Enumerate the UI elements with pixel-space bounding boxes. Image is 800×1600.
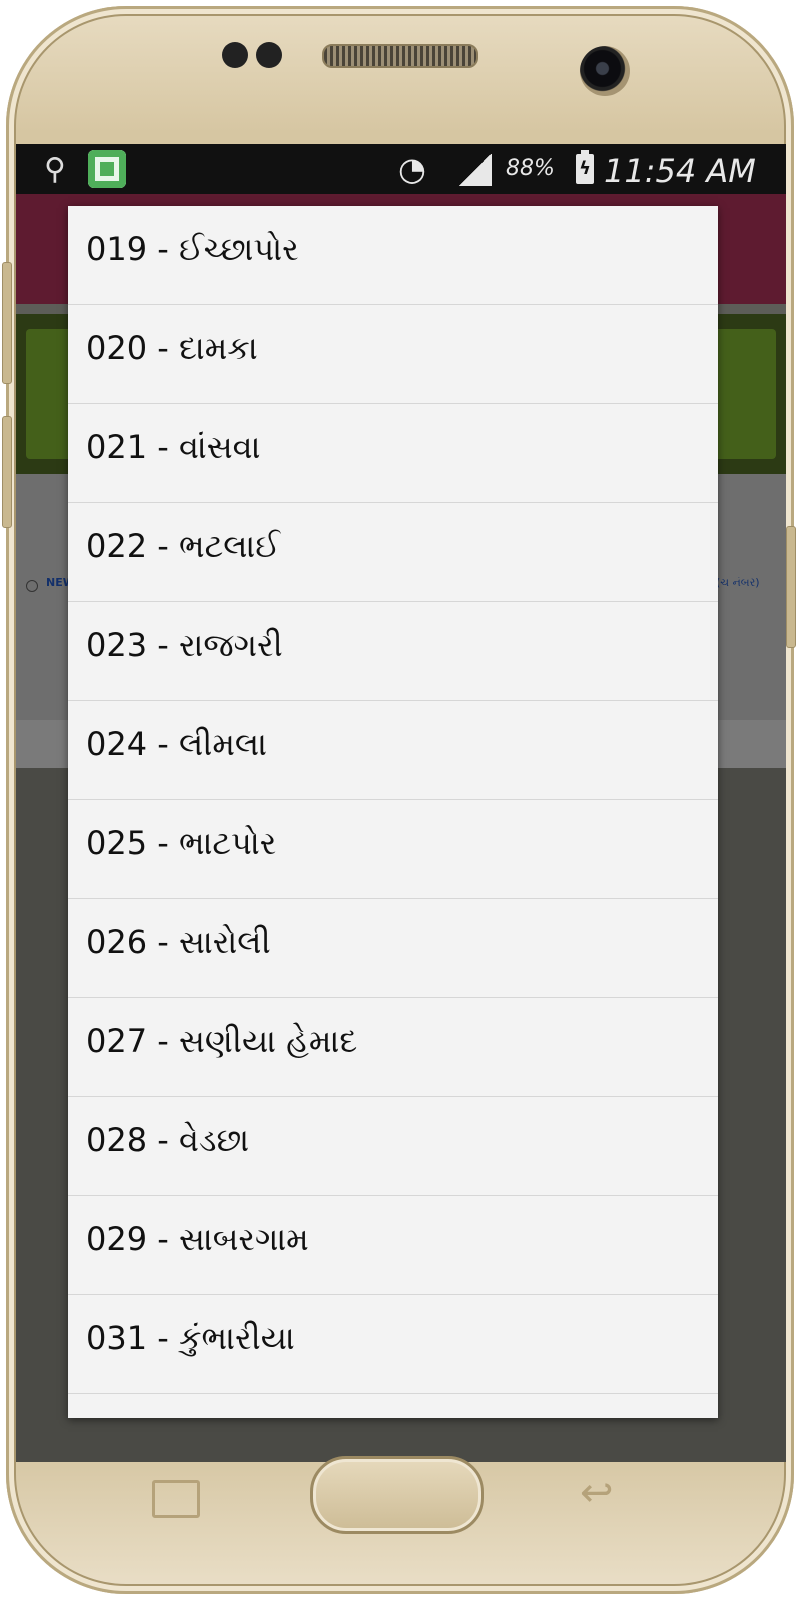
list-item[interactable]: 021 - વાંસવા (68, 404, 718, 503)
list-item[interactable]: 023 - રાજગરી (68, 602, 718, 701)
home-button[interactable] (310, 1456, 484, 1534)
list-item-label: 024 - લીમલા (86, 725, 267, 763)
list-item-label: 027 - સણીયા હેમાદ (86, 1022, 358, 1060)
sensor-dot-right (256, 42, 282, 68)
list-item-label: 026 - સારોલી (86, 923, 271, 961)
list-item[interactable]: 029 - સાબરગામ (68, 1196, 718, 1295)
app-notification-icon (88, 150, 126, 188)
radio-button[interactable] (26, 580, 38, 592)
usb-icon: ⚲ (44, 152, 66, 187)
list-item-label: 023 - રાજગરી (86, 626, 283, 664)
battery-charging-icon: ϟ (576, 150, 594, 184)
battery-percent: 88% (506, 156, 555, 181)
recents-button[interactable] (152, 1480, 200, 1518)
status-bar: ⚲ ◔ 88% ϟ 11:54 AM (16, 144, 786, 194)
earpiece-speaker (322, 44, 478, 68)
list-item[interactable]: 022 - ભટલાઈ (68, 503, 718, 602)
wifi-icon: ◔ (398, 150, 426, 188)
list-item-label: 019 - ઈચ્છાપોર (86, 230, 299, 268)
list-item[interactable]: 028 - વેડછા (68, 1097, 718, 1196)
village-select-dialog: 019 - ઈચ્છાપોર 020 - દામકા 021 - વાંસવા … (68, 206, 718, 1418)
volume-button (2, 262, 12, 384)
list-item-label: 022 - ભટલાઈ (86, 527, 280, 565)
list-item[interactable]: 019 - ઈચ્છાપોર (68, 206, 718, 305)
list-item[interactable]: 024 - લીમલા (68, 701, 718, 800)
list-item[interactable]: 026 - સારોલી (68, 899, 718, 998)
list-item-label: 025 - ભાટપોર (86, 824, 277, 862)
clock: 11:54 AM (604, 152, 756, 190)
front-camera (580, 46, 630, 96)
back-arrow-icon[interactable]: ↩ (580, 1470, 614, 1516)
power-button (786, 526, 796, 648)
list-item[interactable]: 020 - દામકા (68, 305, 718, 404)
list-item[interactable]: 027 - સણીયા હેમાદ (68, 998, 718, 1097)
radio-label-right: (ચ નંબર) (716, 576, 760, 589)
list-item-label: 029 - સાબરગામ (86, 1220, 309, 1258)
list-item[interactable]: 031 - કુંભારીયા (68, 1295, 718, 1394)
list-item-label: 020 - દામકા (86, 329, 258, 367)
volume-button-lower (2, 416, 12, 528)
list-item-label: 021 - વાંસવા (86, 428, 261, 466)
signal-icon (458, 154, 492, 186)
sensor-dot-left (222, 42, 248, 68)
list-item-label: 031 - કુંભારીયા (86, 1319, 295, 1357)
list-item-label: 028 - વેડછા (86, 1121, 250, 1159)
list-item[interactable]: 025 - ભાટપોર (68, 800, 718, 899)
